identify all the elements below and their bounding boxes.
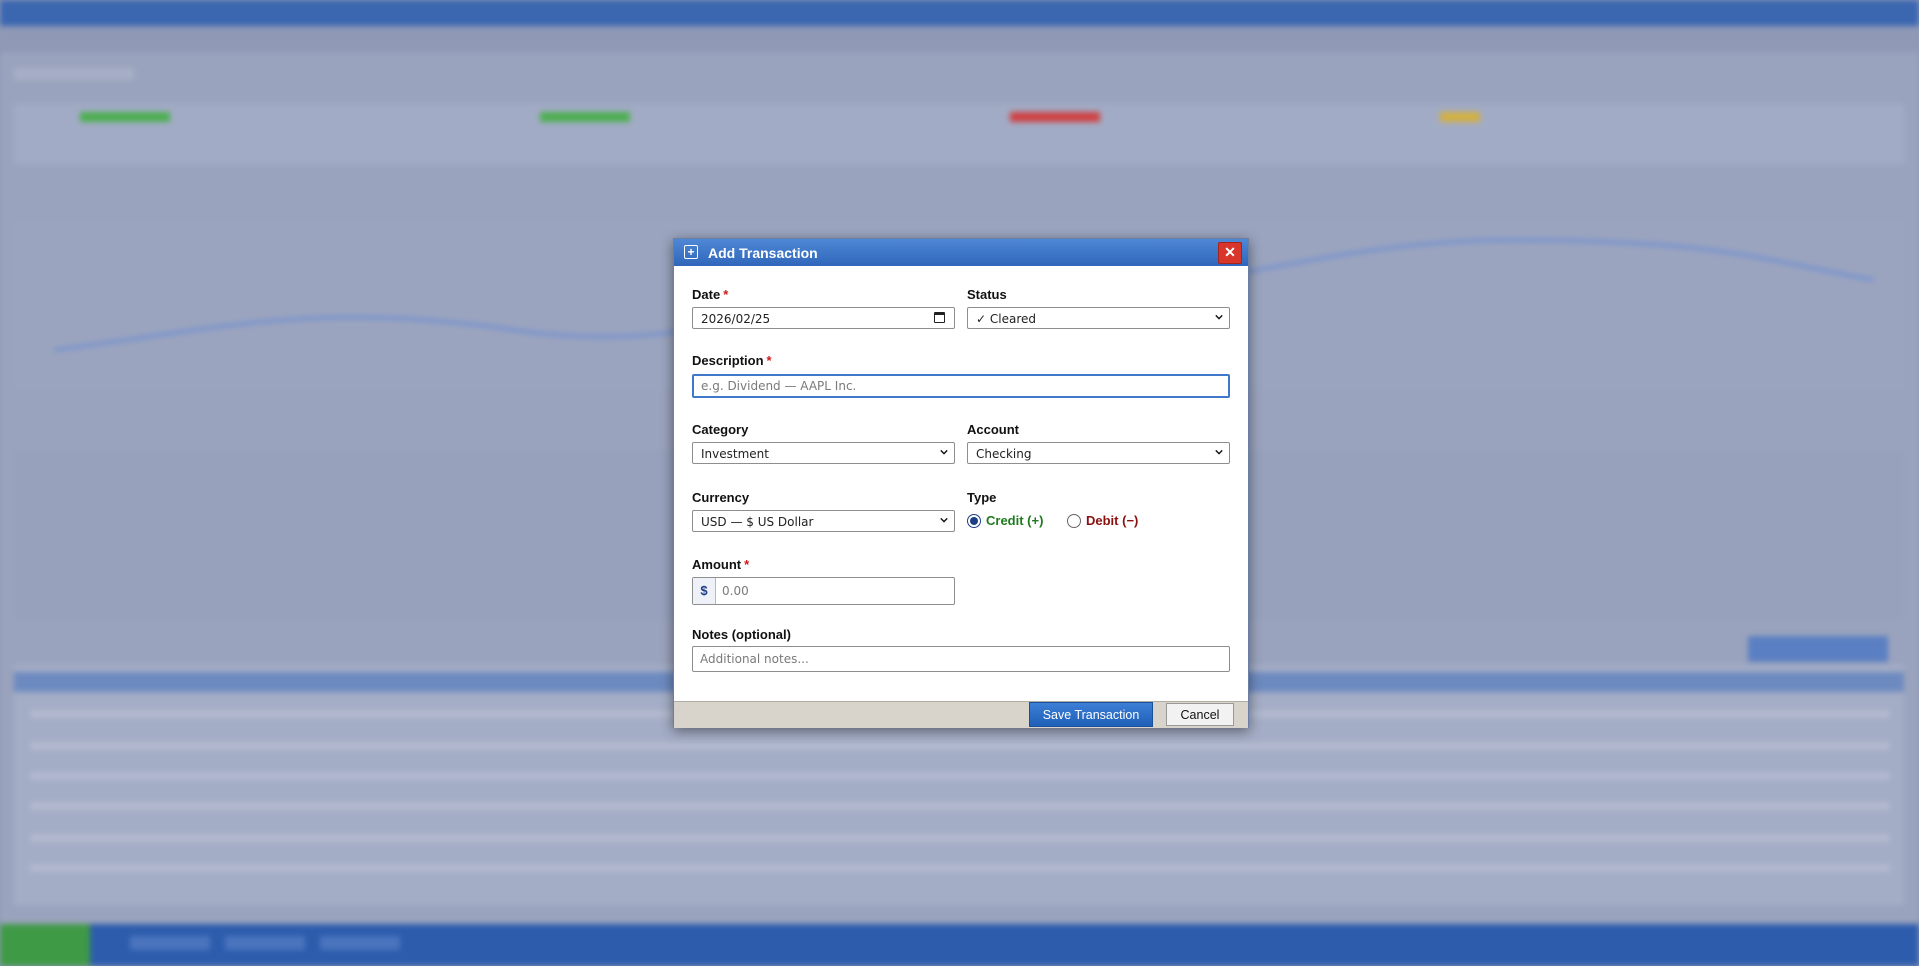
account-value: Checking <box>976 447 1032 461</box>
bg-action-button <box>1748 636 1888 662</box>
bg-table-row <box>30 864 1890 872</box>
chevron-down-icon <box>1215 314 1223 320</box>
account-select[interactable]: Checking <box>967 442 1230 464</box>
date-label: Date * <box>692 287 728 302</box>
cancel-button[interactable]: Cancel <box>1166 703 1234 726</box>
bg-card-value <box>540 112 630 122</box>
close-button[interactable]: ✕ <box>1218 242 1242 264</box>
bg-table-row <box>30 772 1890 780</box>
bg-task-item <box>130 936 210 950</box>
currency-prefix: $ <box>693 578 716 604</box>
bg-task-item <box>225 936 305 950</box>
date-input[interactable]: 2026/02/25 <box>692 307 955 329</box>
credit-radio-label[interactable]: Credit (+) <box>986 513 1043 528</box>
account-label: Account <box>967 422 1019 437</box>
chevron-down-icon <box>940 517 948 523</box>
bg-start-button <box>0 924 90 966</box>
bg-card-value <box>80 112 170 122</box>
bg-table-row <box>30 742 1890 750</box>
dialog-title: Add Transaction <box>708 245 818 261</box>
required-marker: * <box>766 353 772 368</box>
debit-radio[interactable] <box>1067 514 1081 528</box>
amount-input[interactable] <box>716 578 964 604</box>
status-select[interactable]: ✓ Cleared <box>967 307 1230 329</box>
status-value: ✓ Cleared <box>976 312 1036 326</box>
category-value: Investment <box>701 447 769 461</box>
amount-label: Amount * <box>692 557 749 572</box>
notes-label: Notes (optional) <box>692 627 791 642</box>
bg-task-item <box>320 936 400 950</box>
chevron-down-icon <box>940 449 948 455</box>
bg-title-bar <box>0 0 1919 26</box>
bg-summary-cards <box>14 104 1904 164</box>
category-select[interactable]: Investment <box>692 442 955 464</box>
debit-radio-label[interactable]: Debit (−) <box>1086 513 1138 528</box>
status-label: Status <box>967 287 1007 302</box>
type-label: Type <box>967 490 997 505</box>
bg-card-value <box>1010 112 1100 122</box>
category-label: Category <box>692 422 749 437</box>
description-label: Description * <box>692 353 772 368</box>
currency-label: Currency <box>692 490 750 505</box>
credit-radio[interactable] <box>967 514 981 528</box>
dialog-title-bar[interactable]: + Add Transaction ✕ <box>674 239 1248 266</box>
bg-breadcrumb <box>14 68 134 80</box>
dialog-footer <box>674 701 1248 728</box>
date-label-text: Date <box>692 287 721 302</box>
currency-select[interactable]: USD — $ US Dollar <box>692 510 955 532</box>
add-transaction-dialog: + Add Transaction ✕ Date * 2026/02/25 Sta… <box>673 238 1249 728</box>
description-input[interactable] <box>692 374 1230 398</box>
description-label-text: Description <box>692 353 764 368</box>
bg-menu-bar <box>0 26 1919 52</box>
bg-table-row <box>30 802 1890 810</box>
save-transaction-button[interactable]: Save Transaction <box>1029 702 1153 727</box>
chevron-down-icon <box>1215 449 1223 455</box>
currency-value: USD — $ US Dollar <box>701 515 814 529</box>
bg-table-row <box>30 834 1890 842</box>
date-value: 2026/02/25 <box>701 312 771 326</box>
required-marker: * <box>744 557 750 572</box>
amount-field: $ <box>692 577 964 605</box>
notes-input[interactable] <box>692 646 1230 672</box>
amount-label-text: Amount <box>692 557 742 572</box>
required-marker: * <box>723 287 729 302</box>
bg-card-icon <box>1440 112 1480 122</box>
calendar-icon[interactable] <box>934 312 945 323</box>
plus-square-icon: + <box>684 245 698 259</box>
